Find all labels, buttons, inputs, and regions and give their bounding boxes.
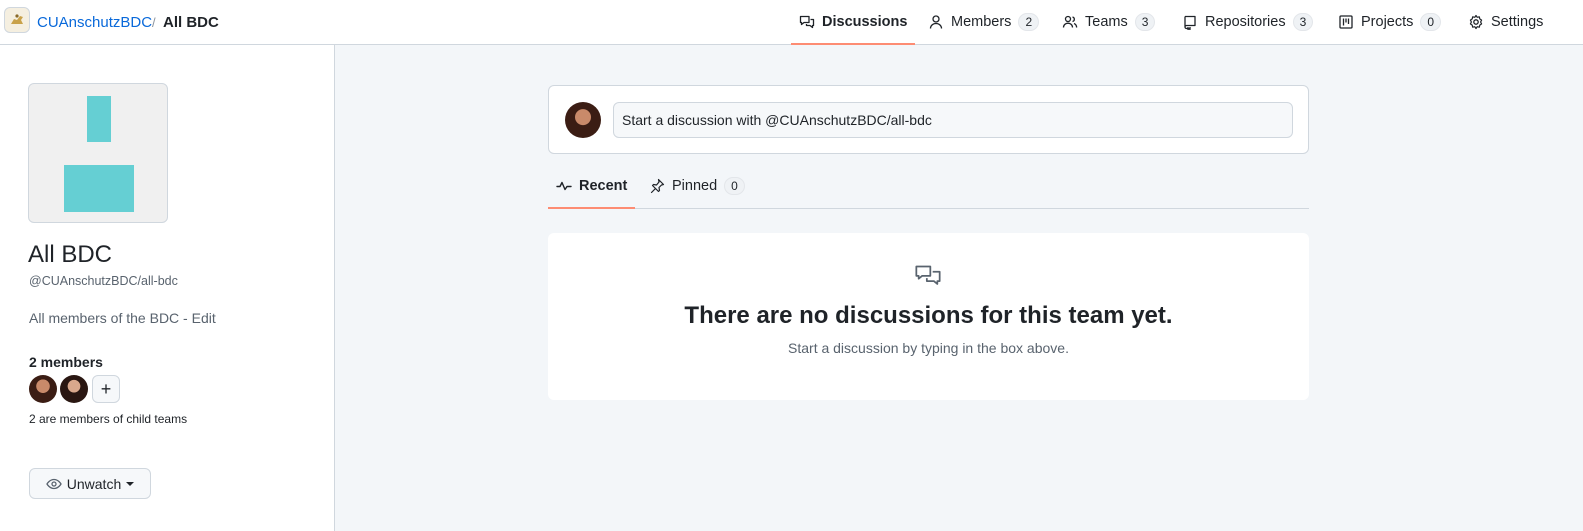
tab-recent-label: Recent <box>579 177 628 194</box>
team-sidebar: All BDC @CUAnschutzBDC/all-bdc All membe… <box>0 45 335 531</box>
child-teams-note: 2 are members of child teams <box>29 412 188 426</box>
tab-members-label: Members <box>951 14 1012 30</box>
comment-discussion-icon <box>915 265 941 285</box>
team-name: All BDC <box>28 241 113 268</box>
tab-repositories-label: Repositories <box>1205 14 1286 30</box>
breadcrumb-team: All BDC <box>163 14 219 31</box>
identicon-image <box>64 96 134 212</box>
member-avatar[interactable] <box>60 375 88 403</box>
gear-icon <box>1469 14 1483 30</box>
pulse-icon <box>556 181 572 190</box>
tab-pinned[interactable]: Pinned 0 <box>649 163 745 208</box>
org-logo-icon <box>11 14 23 24</box>
members-heading[interactable]: 2 members <box>29 354 103 370</box>
discussion-composer: Start a discussion with @CUAnschutzBDC/a… <box>548 85 1309 154</box>
project-icon <box>1339 15 1353 29</box>
tab-recent[interactable]: Recent <box>547 163 636 209</box>
tab-teams-label: Teams <box>1085 14 1128 30</box>
add-member-button[interactable]: + <box>92 375 120 403</box>
comment-discussion-icon <box>799 15 815 29</box>
teams-count-badge: 3 <box>1134 13 1156 31</box>
empty-state: There are no discussions for this team y… <box>548 233 1309 400</box>
start-discussion-input[interactable]: Start a discussion with @CUAnschutzBDC/a… <box>613 102 1293 138</box>
tab-teams[interactable]: Teams 3 <box>1062 0 1156 44</box>
tab-projects-label: Projects <box>1361 14 1414 30</box>
team-avatar <box>28 83 168 223</box>
tab-pinned-label: Pinned <box>672 177 718 194</box>
members-count-badge: 2 <box>1018 13 1040 31</box>
repo-icon <box>1184 15 1196 30</box>
empty-state-title: There are no discussions for this team y… <box>684 302 1173 329</box>
tab-projects[interactable]: Projects 0 <box>1338 0 1442 44</box>
tab-members[interactable]: Members 2 <box>928 0 1040 44</box>
repositories-count-badge: 3 <box>1292 13 1314 31</box>
team-description: All members of the BDC - Edit <box>29 310 216 326</box>
breadcrumb-separator: / <box>152 15 156 30</box>
team-header-bar: CUAnschutzBDC / All BDC Discussions Memb… <box>0 0 1583 45</box>
unwatch-button[interactable]: Unwatch <box>29 468 151 499</box>
breadcrumb-org-link[interactable]: CUAnschutzBDC <box>37 14 152 31</box>
discussion-filter-tabs: Recent Pinned 0 <box>547 163 1309 209</box>
empty-state-subtitle: Start a discussion by typing in the box … <box>788 340 1069 356</box>
tab-discussions[interactable]: Discussions <box>790 0 916 45</box>
tab-settings[interactable]: Settings <box>1468 0 1543 44</box>
pin-icon <box>650 178 665 193</box>
current-user-avatar <box>565 102 601 138</box>
org-avatar[interactable] <box>4 7 30 33</box>
people-icon <box>1062 15 1078 28</box>
member-avatar[interactable] <box>29 375 57 403</box>
pinned-count-badge: 0 <box>724 176 745 195</box>
tab-settings-label: Settings <box>1491 14 1544 30</box>
unwatch-label: Unwatch <box>66 475 122 492</box>
tab-repositories[interactable]: Repositories 3 <box>1182 0 1314 44</box>
eye-icon <box>46 478 62 489</box>
projects-count-badge: 0 <box>1420 13 1442 31</box>
team-slug: @CUAnschutzBDC/all-bdc <box>29 274 178 288</box>
caret-down-icon <box>126 481 135 486</box>
tab-discussions-label: Discussions <box>822 14 908 30</box>
person-icon <box>929 15 943 29</box>
